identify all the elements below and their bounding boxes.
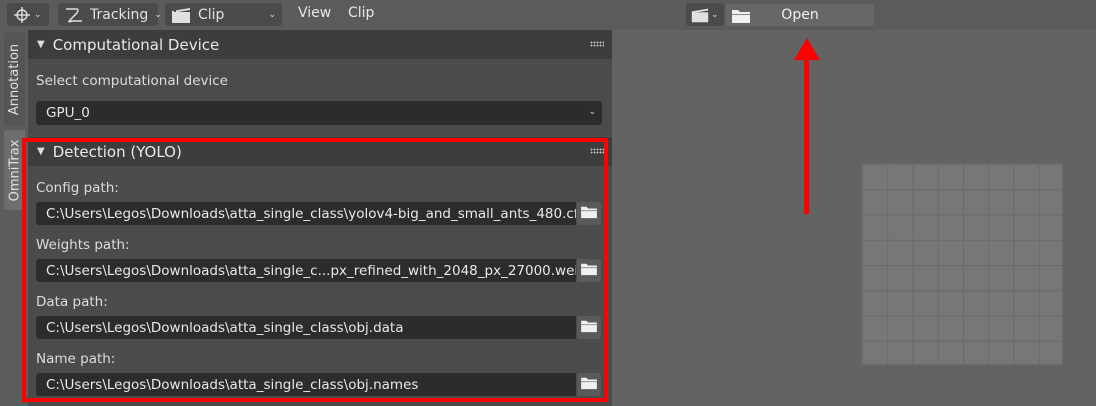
clip-icon	[690, 6, 710, 24]
collapse-triangle-icon: ▼	[37, 39, 45, 50]
chevron-down-icon: ⌄	[34, 9, 42, 20]
drag-handle-icon[interactable]	[590, 148, 604, 154]
mode-dropdown[interactable]: Tracking ⌄	[58, 3, 162, 26]
editor-type-dropdown[interactable]: Clip ⌄	[165, 3, 282, 26]
device-select-label: Select computational device	[36, 73, 228, 89]
tracking-icon	[64, 6, 84, 24]
chevron-down-icon: ⌄	[268, 9, 276, 20]
panel-title: Detection (YOLO)	[52, 142, 182, 161]
annotation-arrow-shaft	[804, 56, 809, 214]
annotation-arrow-head	[794, 38, 820, 60]
clip-icon	[170, 6, 192, 24]
menu-clip[interactable]: Clip	[348, 5, 374, 21]
folder-icon	[580, 204, 598, 223]
mode-label: Tracking	[90, 6, 149, 23]
config-path-field[interactable]: C:\Users\Legos\Downloads\atta_single_cla…	[36, 202, 576, 225]
transform-pivot-icon	[13, 6, 31, 24]
folder-icon	[580, 261, 598, 280]
device-dropdown[interactable]: GPU_0 ⌄	[36, 101, 602, 125]
tab-annotation[interactable]: Annotation	[4, 32, 25, 126]
weights-browse-button[interactable]	[577, 259, 601, 282]
folder-icon	[580, 375, 598, 394]
name-path-field[interactable]: C:\Users\Legos\Downloads\atta_single_cla…	[36, 373, 576, 396]
device-value: GPU_0	[46, 105, 90, 121]
data-path-field[interactable]: C:\Users\Legos\Downloads\atta_single_cla…	[36, 316, 576, 339]
clip-browse-dropdown[interactable]: ⌄	[686, 3, 724, 26]
editor-label: Clip	[198, 6, 225, 23]
name-browse-button[interactable]	[577, 373, 601, 396]
data-path-label: Data path:	[36, 294, 108, 310]
folder-icon	[731, 8, 751, 28]
chevron-down-icon: ⌄	[154, 9, 162, 20]
panel-header-detection[interactable]: ▼ Detection (YOLO)	[28, 137, 612, 166]
weights-path-label: Weights path:	[36, 237, 130, 253]
open-clip-button[interactable]: Open	[725, 3, 875, 27]
name-path-label: Name path:	[36, 351, 116, 367]
config-browse-button[interactable]	[577, 202, 601, 225]
data-browse-button[interactable]	[577, 316, 601, 339]
clip-editor-header: ⌄ Tracking ⌄ Clip ⌄ View Clip ⌄ Open	[0, 0, 1096, 30]
panel-title: Computational Device	[52, 35, 220, 54]
tab-omnitrax-label: OmniTrax	[7, 139, 23, 201]
panel-header-device[interactable]: ▼ Computational Device	[28, 30, 612, 59]
panel-body-device: Select computational device GPU_0 ⌄	[28, 59, 612, 135]
drag-handle-icon[interactable]	[590, 41, 604, 47]
collapse-triangle-icon: ▼	[37, 146, 45, 157]
tab-omnitrax[interactable]: OmniTrax	[4, 130, 25, 210]
chevron-down-icon: ⌄	[711, 9, 719, 20]
menu-view[interactable]: View	[298, 5, 331, 21]
sidebar-tab-strip: Annotation OmniTrax	[0, 30, 28, 406]
sidebar: ▼ Computational Device Select computatio…	[28, 30, 612, 406]
pivot-point-dropdown[interactable]: ⌄	[7, 3, 49, 26]
panel-body-detection: Config path: C:\Users\Legos\Downloads\at…	[28, 166, 612, 406]
chevron-down-icon: ⌄	[588, 107, 596, 117]
weights-path-field[interactable]: C:\Users\Legos\Downloads\atta_single_c..…	[36, 259, 576, 282]
open-label: Open	[781, 7, 819, 23]
tab-annotation-label: Annotation	[7, 43, 23, 115]
folder-icon	[580, 318, 598, 337]
clip-placeholder-grid	[861, 163, 1063, 365]
config-path-label: Config path:	[36, 180, 119, 196]
